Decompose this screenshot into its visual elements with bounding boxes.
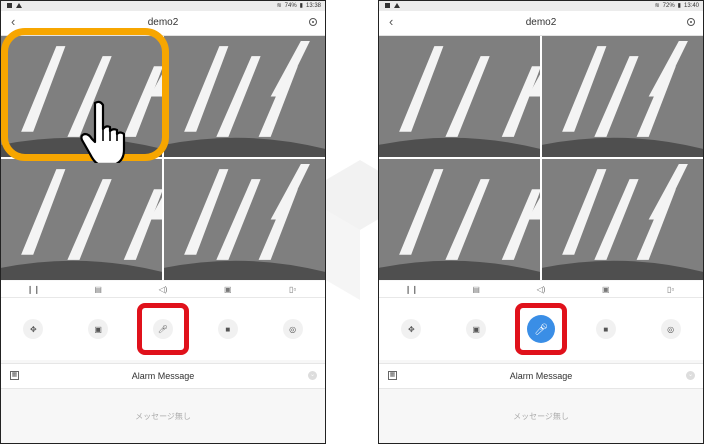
status-bar: ≋ 72% ▮ 13:40 [379,1,703,11]
camera-icon: ▣ [88,319,109,339]
warning-icon [394,3,400,8]
status-time: 13:40 [683,3,699,9]
highlight-box-microphone [136,303,189,355]
microphone-button[interactable]: 🎤︎ [514,303,567,355]
notification-icon [7,3,12,8]
record-button[interactable]: ■ [212,313,244,345]
camera-icon: ▣ [466,319,487,339]
ptz-icon: ✥ [23,319,44,339]
highlight-box-microphone [514,303,567,355]
fisheye-icon: ◎ [282,319,303,339]
expand-icon[interactable]: ⌄ [308,371,317,380]
settings-icon[interactable] [309,18,317,26]
pause-icon[interactable]: ❙❙ [401,285,421,294]
camera-tile[interactable] [542,159,703,280]
screen-icon[interactable]: ▣ [596,285,616,294]
status-time: 13:38 [305,3,321,9]
wifi-icon: ≋ [654,3,660,9]
layout-icon[interactable]: ▤ [466,285,486,294]
split-icon[interactable]: ▯▫ [661,285,681,294]
wifi-icon: ≋ [276,3,282,9]
empty-message-text: メッセージ無し [135,412,191,421]
playback-toolbar: ❙❙ ▤ ◁) ▣ ▯▫ [379,281,703,298]
battery-icon: ▮ [677,3,681,9]
camera-tile[interactable] [379,159,540,280]
snapshot-button[interactable]: ▣ [82,313,114,345]
video-record-icon: ■ [595,319,616,339]
screen-icon[interactable]: ▣ [218,285,238,294]
volume-icon[interactable]: ◁) [531,285,551,294]
page-title: demo2 [525,17,557,28]
app-screen-after: ≋ 72% ▮ 13:40 ‹ demo2 ❙❙ ▤ ◁) ▣ ▯▫ ✥ ▣ 🎤︎ ■ ◎ ▦ … [378,0,704,444]
app-screen-before: ≋ 74% ▮ 13:38 ‹ demo2 ❙❙ ▤ ◁) ▣ ▯▫ ✥ ▣ 🎤︎ ■ ◎ ▦ … [0,0,326,444]
camera-tile[interactable] [164,159,325,280]
split-icon[interactable]: ▯▫ [283,285,303,294]
camera-tile[interactable] [379,36,540,157]
ptz-icon: ✥ [401,319,422,339]
expand-icon[interactable]: ⌄ [686,371,695,380]
fisheye-button[interactable]: ◎ [277,313,309,345]
status-bar: ≋ 74% ▮ 13:38 [1,1,325,11]
fisheye-icon: ◎ [660,319,681,339]
volume-icon[interactable]: ◁) [153,285,173,294]
notification-icon [385,3,390,8]
playback-toolbar: ❙❙ ▤ ◁) ▣ ▯▫ [1,281,325,298]
record-button[interactable]: ■ [590,313,622,345]
alarm-message-label: Alarm Message [509,371,573,381]
hand-pointer-icon [80,100,126,163]
camera-grid [379,36,703,280]
layout-icon[interactable]: ▤ [88,285,108,294]
camera-tile[interactable] [542,36,703,157]
battery-level: 72% [662,3,675,9]
fisheye-button[interactable]: ◎ [655,313,687,345]
settings-icon[interactable] [687,18,695,26]
camera-tile[interactable] [164,36,325,157]
control-buttons: ✥ ▣ 🎤︎ ■ ◎ [379,298,703,360]
battery-icon: ▮ [299,3,303,9]
alarm-message-bar[interactable]: ▦ Alarm Message ⌄ [379,363,703,389]
warning-icon [16,3,22,8]
title-bar: ‹ demo2 [379,11,703,36]
snapshot-button[interactable]: ▣ [460,313,492,345]
empty-message-text: メッセージ無し [513,412,569,421]
control-buttons: ✥ ▣ 🎤︎ ■ ◎ [1,298,325,360]
alarm-message-label: Alarm Message [131,371,195,381]
alarm-message-bar[interactable]: ▦ Alarm Message ⌄ [1,363,325,389]
battery-level: 74% [284,3,297,9]
microphone-button[interactable]: 🎤︎ [136,303,189,355]
camera-tile[interactable] [1,159,162,280]
video-record-icon: ■ [217,319,238,339]
ptz-button[interactable]: ✥ [17,313,49,345]
ptz-button[interactable]: ✥ [395,313,427,345]
pause-icon[interactable]: ❙❙ [23,285,43,294]
page-title: demo2 [147,17,179,28]
